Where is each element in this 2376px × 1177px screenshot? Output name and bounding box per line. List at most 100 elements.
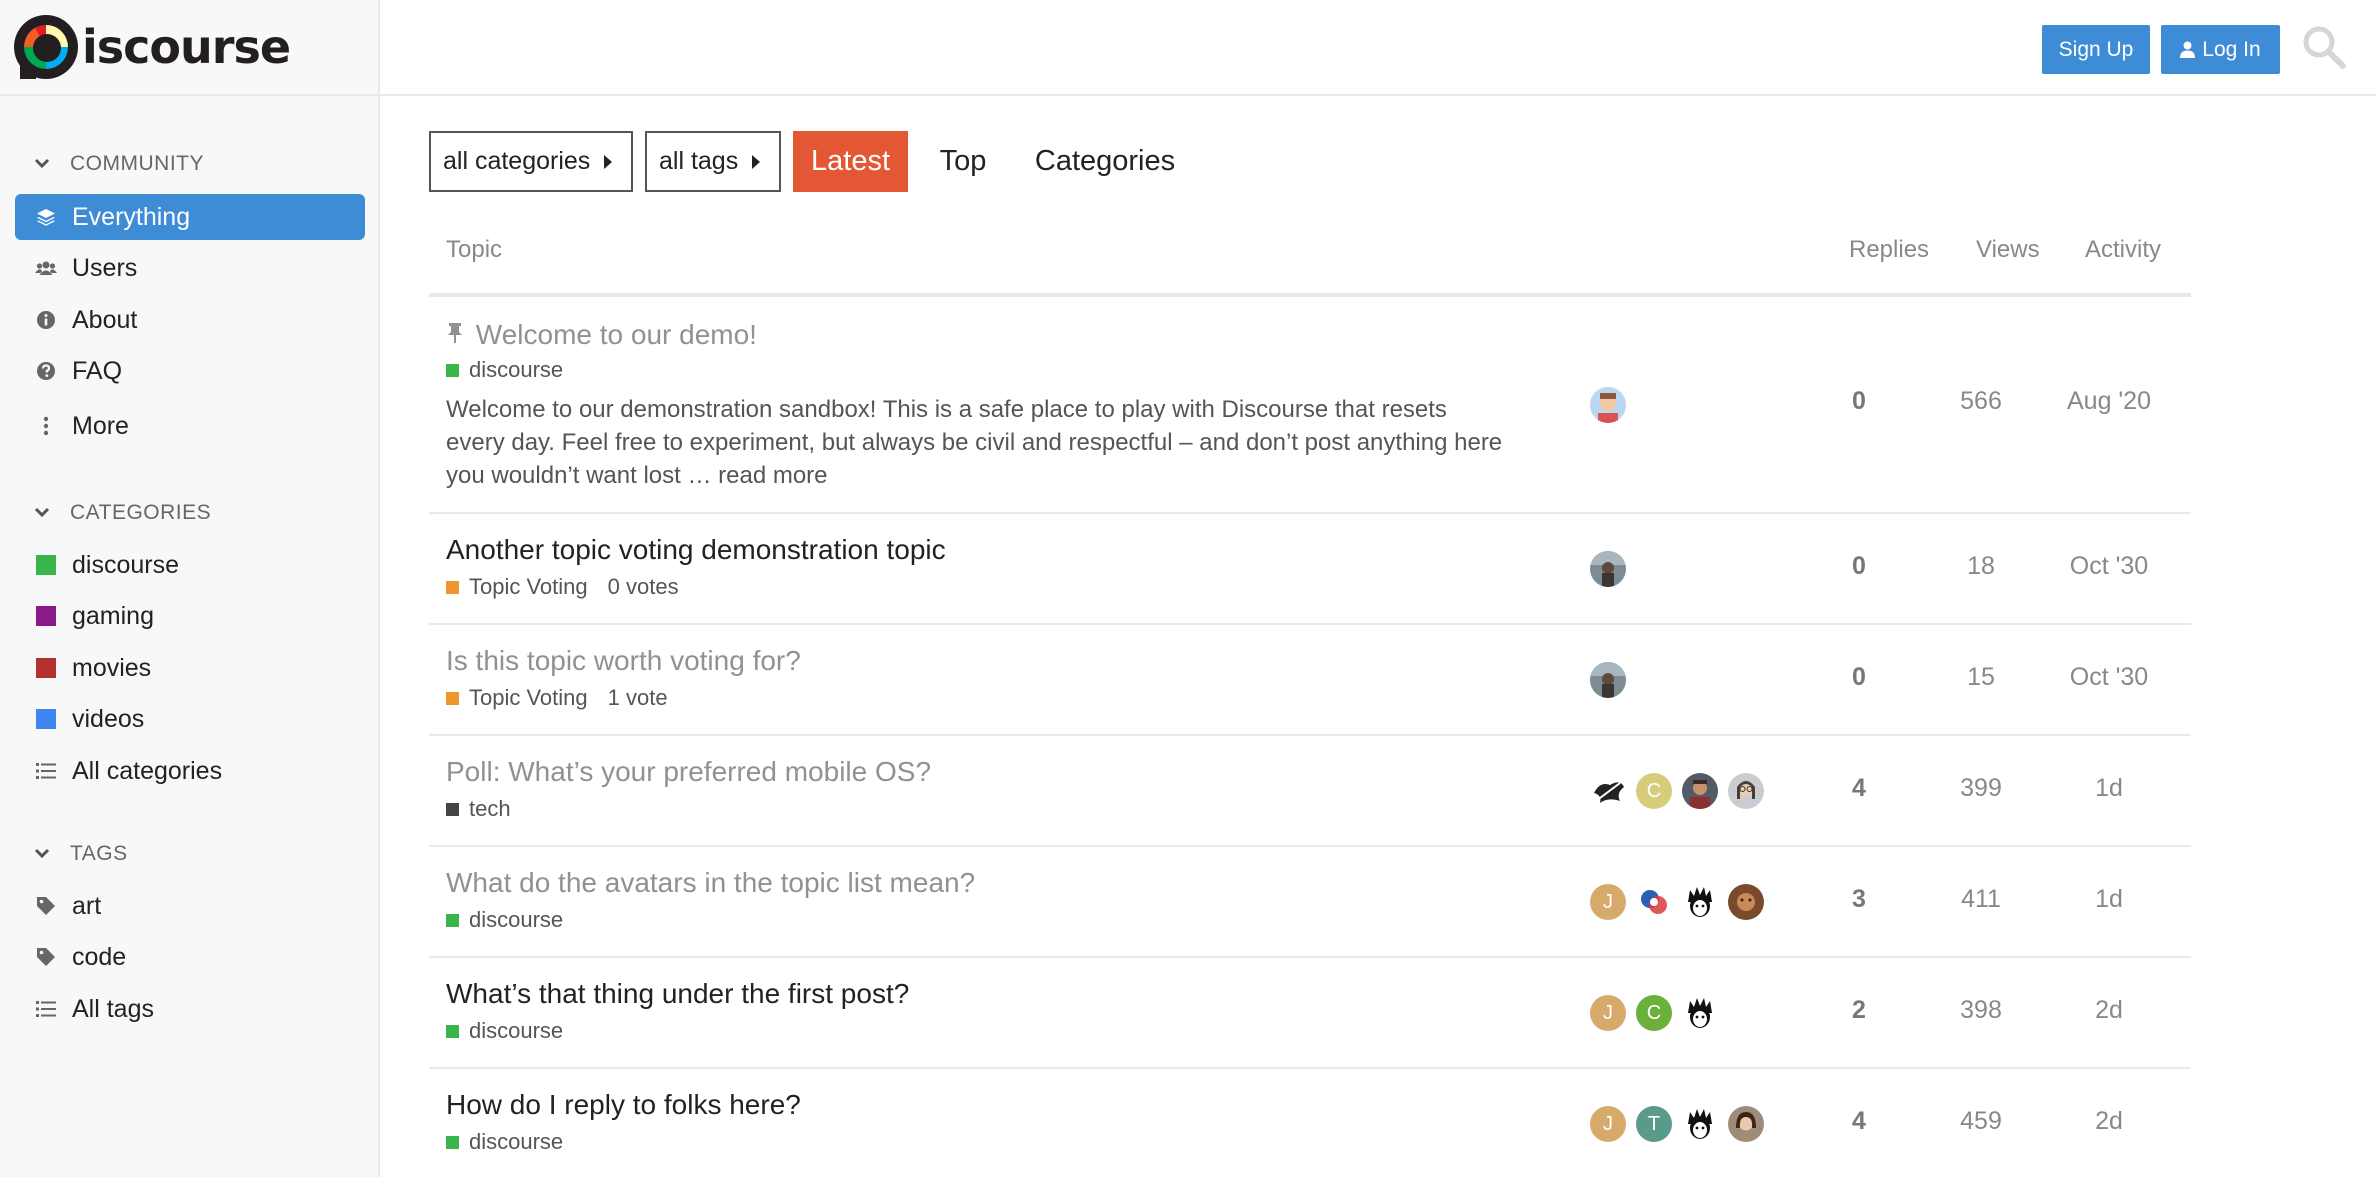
avatar[interactable] [1590, 773, 1626, 809]
avatar[interactable] [1590, 662, 1626, 698]
topic-category[interactable]: tech [446, 796, 511, 822]
category-name: discourse [469, 1018, 564, 1043]
topic-category[interactable]: discourse [446, 907, 563, 933]
category-name: Topic Voting [469, 574, 588, 599]
avatar-letter: C [1646, 779, 1662, 802]
tab-top[interactable]: Top [922, 131, 1004, 192]
replies-count: 3 [1852, 885, 1866, 913]
topic-title-link[interactable]: What do the avatars in the topic list me… [446, 867, 975, 899]
categories-section-toggle[interactable]: CATEGORIES [34, 501, 211, 525]
topic-title-link[interactable]: Welcome to our demo! [446, 319, 757, 351]
avatar[interactable] [1590, 387, 1626, 423]
sidebar-item-gaming[interactable]: gaming [15, 593, 365, 639]
sign-up-button[interactable]: Sign Up [2042, 25, 2150, 74]
sidebar-item-label: About [72, 305, 138, 334]
topic-category[interactable]: discourse [446, 357, 563, 383]
avatar[interactable] [1728, 884, 1764, 920]
info-icon [35, 309, 57, 331]
poster-avatars: J C [1590, 995, 1728, 1031]
sidebar-item-more[interactable]: More [15, 403, 365, 449]
activity-date[interactable]: 2d [2054, 996, 2164, 1025]
tag-filter-dropdown[interactable]: all tags [645, 131, 781, 192]
replies-count: 4 [1852, 1107, 1866, 1135]
category-badge [35, 708, 57, 730]
avatar-letter: J [1603, 890, 1613, 913]
avatar[interactable] [1682, 773, 1718, 809]
topic-title-link[interactable]: Is this topic worth voting for? [446, 645, 801, 677]
avatar[interactable]: T [1636, 1106, 1672, 1142]
topic-title-link[interactable]: Poll: What’s your preferred mobile OS? [446, 756, 931, 788]
avatar[interactable] [1590, 551, 1626, 587]
category-filter-label: all categories [443, 147, 591, 175]
activity-date[interactable]: 2d [2054, 1107, 2164, 1136]
avatar[interactable]: C [1636, 773, 1672, 809]
avatar-letter: T [1647, 1112, 1661, 1135]
sidebar-item-tag-art[interactable]: art [15, 883, 365, 929]
sidebar-item-movies[interactable]: movies [15, 645, 365, 691]
sidebar-item-label: discourse [72, 550, 179, 579]
category-badge [446, 363, 459, 377]
sidebar-item-label: art [72, 891, 102, 920]
tab-latest[interactable]: Latest [793, 131, 908, 192]
topic-category[interactable]: Topic Voting 1 vote [446, 685, 668, 711]
list-icon [35, 998, 57, 1020]
activity-date[interactable]: 1d [2054, 774, 2164, 803]
topic-category[interactable]: discourse [446, 1018, 563, 1044]
tag-icon [35, 946, 57, 968]
topic-excerpt[interactable]: Welcome to our demonstration sandbox! Th… [446, 393, 1506, 492]
log-in-button[interactable]: Log In [2161, 25, 2280, 74]
category-badge [35, 605, 57, 627]
topic-title-link[interactable]: What’s that thing under the first post? [446, 978, 909, 1010]
header-divider [380, 94, 2376, 96]
sidebar-item-all-categories[interactable]: All categories [15, 748, 365, 794]
avatar[interactable]: C [1636, 995, 1672, 1031]
column-header-views[interactable]: Views [1976, 236, 2040, 264]
avatar[interactable] [1728, 773, 1764, 809]
topic-category[interactable]: discourse [446, 1129, 563, 1155]
layers-icon [35, 206, 57, 228]
caret-right-icon [752, 154, 761, 169]
poster-avatars [1590, 551, 1636, 587]
discourse-logo[interactable]: iscourse [14, 14, 291, 80]
activity-date[interactable]: 1d [2054, 885, 2164, 914]
sidebar-item-faq[interactable]: FAQ [15, 348, 365, 394]
column-header-replies[interactable]: Replies [1849, 236, 1929, 264]
topic-category[interactable]: Topic Voting 0 votes [446, 574, 679, 600]
ellipsis-vertical-icon [35, 415, 57, 437]
sidebar-item-about[interactable]: About [15, 297, 365, 343]
sidebar-item-tag-code[interactable]: code [15, 934, 365, 980]
community-section-toggle[interactable]: COMMUNITY [34, 152, 204, 176]
column-header-activity[interactable]: Activity [2085, 236, 2161, 264]
tab-categories[interactable]: Categories [1024, 131, 1186, 192]
topic-title-link[interactable]: Another topic voting demonstration topic [446, 534, 946, 566]
search-icon[interactable] [2301, 24, 2347, 70]
poster-avatars: J T [1590, 1106, 1774, 1142]
tags-section-toggle[interactable]: TAGS [34, 842, 128, 866]
avatar[interactable] [1728, 1106, 1764, 1142]
avatar[interactable] [1682, 995, 1718, 1031]
column-header-topic[interactable]: Topic [446, 236, 502, 264]
activity-date[interactable]: Oct '30 [2054, 552, 2164, 581]
category-filter-dropdown[interactable]: all categories [429, 131, 633, 192]
chevron-down-icon [34, 155, 56, 173]
avatar[interactable] [1682, 884, 1718, 920]
activity-date[interactable]: Aug '20 [2054, 387, 2164, 416]
poster-avatars [1590, 387, 1636, 423]
avatar[interactable]: J [1590, 884, 1626, 920]
sidebar-item-discourse[interactable]: discourse [15, 542, 365, 588]
sidebar-item-users[interactable]: Users [15, 245, 365, 291]
avatar[interactable]: J [1590, 1106, 1626, 1142]
sidebar-item-everything[interactable]: Everything [15, 194, 365, 240]
category-badge [446, 913, 459, 927]
logo-text: iscourse [82, 20, 291, 74]
logo-mark-icon [14, 15, 78, 79]
poster-avatars: J [1590, 884, 1774, 920]
activity-date[interactable]: Oct '30 [2054, 663, 2164, 692]
sidebar-item-all-tags[interactable]: All tags [15, 986, 365, 1032]
avatar[interactable] [1682, 1106, 1718, 1142]
avatar[interactable] [1636, 884, 1672, 920]
topic-title-link[interactable]: How do I reply to folks here? [446, 1089, 801, 1121]
avatar[interactable]: J [1590, 995, 1626, 1031]
sidebar-item-videos[interactable]: videos [15, 696, 365, 742]
chevron-down-icon [34, 504, 56, 522]
